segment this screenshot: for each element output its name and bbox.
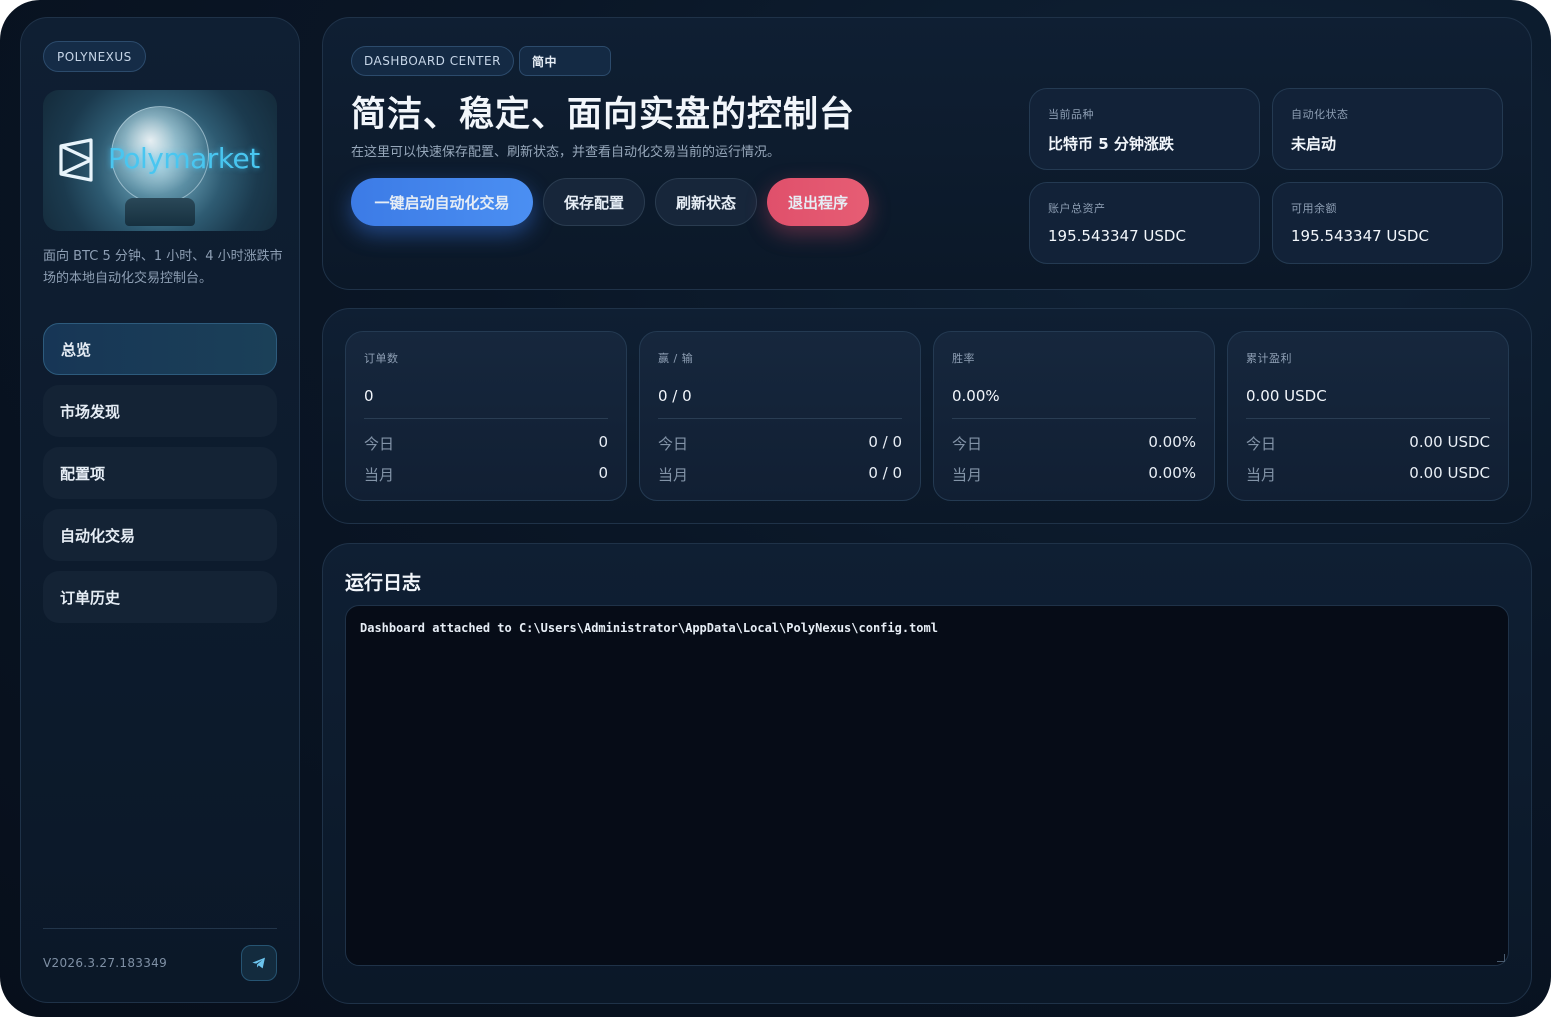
metric-row-label: 今日 xyxy=(1246,435,1277,453)
page-title: 简洁、稳定、面向实盘的控制台 xyxy=(351,95,856,135)
logs-title: 运行日志 xyxy=(345,572,422,594)
metric-row-today: 今日 0.00% xyxy=(952,433,1196,454)
metric-row-label: 今日 xyxy=(952,435,983,453)
sidebar-item-auto-trading[interactable]: 自动化交易 xyxy=(43,509,277,561)
app-window: POLYNEXUS Polymarket 面向 BTC 5 分钟、1 小时、4 … xyxy=(0,0,1551,1017)
telegram-button[interactable] xyxy=(241,945,277,981)
stat-label: 账户总资产 xyxy=(1048,202,1106,215)
metric-label: 赢 / 输 xyxy=(658,352,694,365)
sidebar-item-order-history[interactable]: 订单历史 xyxy=(43,571,277,623)
refresh-status-button[interactable]: 刷新状态 xyxy=(655,178,757,226)
sidebar-item-label: 总览 xyxy=(61,340,92,359)
save-config-button[interactable]: 保存配置 xyxy=(543,178,645,226)
brand-image: Polymarket xyxy=(43,90,277,231)
metric-row-value: 0.00 USDC xyxy=(1409,464,1490,482)
page-subtitle: 在这里可以快速保存配置、刷新状态，并查看自动化交易当前的运行情况。 xyxy=(351,145,781,160)
metric-value: 0 / 0 xyxy=(658,387,692,405)
metric-row-value: 0 xyxy=(598,433,608,451)
dashboard-badge: DASHBOARD CENTER xyxy=(351,46,514,76)
stat-card-available-balance: 可用余额 195.543347 USDC xyxy=(1272,182,1503,264)
stat-value: 未启动 xyxy=(1291,135,1337,153)
metric-label: 胜率 xyxy=(952,352,975,365)
metric-card-win-rate: 胜率 0.00% 今日 0.00% 当月 0.00% xyxy=(933,331,1215,501)
metric-row-value: 0.00% xyxy=(1148,433,1196,451)
sidebar-item-label: 自动化交易 xyxy=(60,526,136,545)
metric-row-label: 当月 xyxy=(952,466,983,484)
stat-card-total-assets: 账户总资产 195.543347 USDC xyxy=(1029,182,1260,264)
stat-card-automation-status: 自动化状态 未启动 xyxy=(1272,88,1503,170)
stat-label: 自动化状态 xyxy=(1291,108,1349,121)
stat-label: 可用余额 xyxy=(1291,202,1337,215)
metric-row-value: 0 / 0 xyxy=(868,433,902,451)
sidebar-item-label: 订单历史 xyxy=(60,588,121,607)
sidebar-item-label: 配置项 xyxy=(60,464,106,483)
metric-value: 0.00 USDC xyxy=(1246,387,1327,405)
metric-row-today: 今日 0 xyxy=(364,433,608,454)
sidebar-divider xyxy=(43,928,277,929)
metric-row-value: 0.00% xyxy=(1148,464,1196,482)
crystal-ball-base xyxy=(125,198,195,226)
stat-value: 195.543347 USDC xyxy=(1048,227,1186,245)
metric-row-label: 当月 xyxy=(1246,466,1277,484)
version-label: V2026.3.27.183349 xyxy=(43,956,168,970)
language-select[interactable]: 简中 xyxy=(519,46,611,76)
stat-label: 当前品种 xyxy=(1048,108,1094,121)
brand-description: 面向 BTC 5 分钟、1 小时、4 小时涨跌市场的本地自动化交易控制台。 xyxy=(43,249,283,286)
metric-divider xyxy=(952,418,1196,419)
metric-card-orders: 订单数 0 今日 0 当月 0 xyxy=(345,331,627,501)
stat-card-current-symbol: 当前品种 比特币 5 分钟涨跌 xyxy=(1029,88,1260,170)
metric-row-today: 今日 0.00 USDC xyxy=(1246,433,1490,454)
metric-row-month: 当月 0.00 USDC xyxy=(1246,464,1490,485)
metric-row-label: 当月 xyxy=(364,466,395,484)
sidebar-item-market-discovery[interactable]: 市场发现 xyxy=(43,385,277,437)
metric-row-value: 0.00 USDC xyxy=(1409,433,1490,451)
metric-value: 0 xyxy=(364,387,374,405)
sidebar-item-config[interactable]: 配置项 xyxy=(43,447,277,499)
metrics-panel: 订单数 0 今日 0 当月 0 赢 / 输 0 / 0 今日 0 / 0 当月 … xyxy=(322,308,1532,524)
sidebar-item-label: 市场发现 xyxy=(60,402,121,421)
stat-value: 比特币 5 分钟涨跌 xyxy=(1048,135,1174,153)
metric-divider xyxy=(364,418,608,419)
log-line: Dashboard attached to C:\Users\Administr… xyxy=(360,621,938,635)
metric-row-month: 当月 0 xyxy=(364,464,608,485)
telegram-icon xyxy=(252,957,265,969)
start-auto-trading-button[interactable]: 一键启动自动化交易 xyxy=(351,178,533,226)
metric-row-month: 当月 0.00% xyxy=(952,464,1196,485)
metric-label: 累计盈利 xyxy=(1246,352,1292,365)
exit-program-button[interactable]: 退出程序 xyxy=(767,178,869,226)
sidebar-nav: 总览 市场发现 配置项 自动化交易 订单历史 xyxy=(43,323,277,633)
metric-row-label: 当月 xyxy=(658,466,689,484)
metric-divider xyxy=(1246,418,1490,419)
logs-panel: 运行日志 Dashboard attached to C:\Users\Admi… xyxy=(322,543,1532,1004)
metric-card-cumulative-profit: 累计盈利 0.00 USDC 今日 0.00 USDC 当月 0.00 USDC xyxy=(1227,331,1509,501)
metric-row-value: 0 xyxy=(598,464,608,482)
sidebar: POLYNEXUS Polymarket 面向 BTC 5 分钟、1 小时、4 … xyxy=(20,17,300,1003)
metric-divider xyxy=(658,418,902,419)
metric-row-label: 今日 xyxy=(364,435,395,453)
metric-row-value: 0 / 0 xyxy=(868,464,902,482)
metric-value: 0.00% xyxy=(952,387,1000,405)
sidebar-item-overview[interactable]: 总览 xyxy=(43,323,277,375)
polymarket-logo-icon xyxy=(59,138,93,182)
metric-row-today: 今日 0 / 0 xyxy=(658,433,902,454)
metric-row-label: 今日 xyxy=(658,435,689,453)
hero-panel: DASHBOARD CENTER 简中 简洁、稳定、面向实盘的控制台 在这里可以… xyxy=(322,17,1532,290)
brand-badge: POLYNEXUS xyxy=(43,41,146,72)
log-output[interactable]: Dashboard attached to C:\Users\Administr… xyxy=(345,605,1509,966)
metric-row-month: 当月 0 / 0 xyxy=(658,464,902,485)
polymarket-logo-text: Polymarket xyxy=(108,142,260,175)
metric-card-win-loss: 赢 / 输 0 / 0 今日 0 / 0 当月 0 / 0 xyxy=(639,331,921,501)
stat-value: 195.543347 USDC xyxy=(1291,227,1429,245)
resize-handle[interactable] xyxy=(1497,954,1505,962)
metric-label: 订单数 xyxy=(364,352,399,365)
